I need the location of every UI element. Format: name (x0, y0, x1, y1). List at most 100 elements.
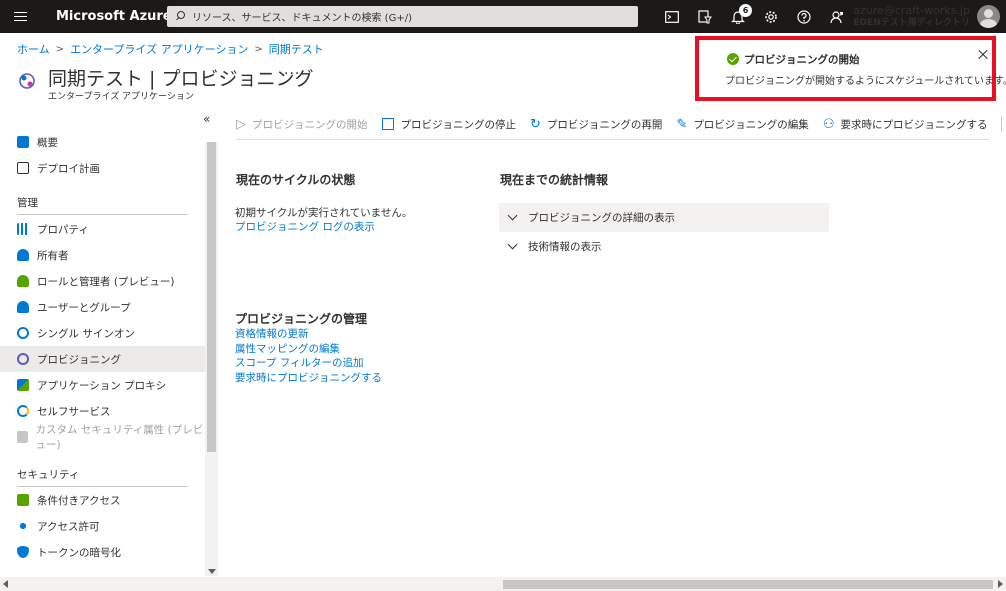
sidebar-item-roles-admins[interactable]: ロールと管理者 (プレビュー) (0, 268, 205, 294)
scroll-left-icon[interactable] (3, 580, 8, 588)
chevron-down-icon (507, 210, 518, 221)
sidebar: 概要 デプロイ計画 管理 プロパティ 所有者 ロールと管理者 (プレビュー) ユ… (0, 128, 205, 575)
divider (236, 139, 989, 140)
technical-info-expander[interactable]: 技術情報の表示 (499, 232, 829, 261)
button-label: プロビジョニングの開始 (252, 118, 368, 131)
sidebar-item-label: ロールと管理者 (プレビュー) (37, 275, 175, 288)
shield-icon (17, 546, 29, 558)
sidebar-header-security: セキュリティ (17, 469, 80, 481)
sidebar-item-label: アクセス許可 (37, 520, 100, 533)
update-credentials-link[interactable]: 資格情報の更新 (235, 326, 309, 341)
notification-toast: プロビジョニングの開始 プロビジョニングが開始するようにスケジュールされています… (695, 36, 1006, 101)
custom-attribute-icon (17, 431, 28, 443)
notifications-icon[interactable]: 6 (721, 0, 754, 33)
sidebar-item-label: プロビジョニング (37, 353, 121, 366)
sidebar-item-label: プロパティ (37, 223, 89, 236)
sidebar-item-app-proxy[interactable]: アプリケーション プロキシ (0, 372, 205, 398)
provisioning-details-expander[interactable]: プロビジョニングの詳細の表示 (499, 203, 829, 232)
button-label: プロビジョニングの再開 (546, 118, 663, 131)
search-icon (175, 11, 186, 22)
sidebar-item-label: シングル サインオン (37, 327, 135, 340)
sidebar-scrollbar[interactable] (205, 142, 218, 576)
brand-logo[interactable]: Microsoft Azure (56, 9, 172, 24)
breadcrumb-enterprise-apps[interactable]: エンタープライズ アプリケーション (70, 41, 248, 57)
sidebar-item-provisioning[interactable]: プロビジョニング (0, 346, 205, 372)
permissions-icon (17, 520, 29, 532)
manage-provisioning-title: プロビジョニングの管理 (235, 312, 368, 326)
divider (1001, 116, 1003, 132)
sidebar-item-deploy-plan[interactable]: デプロイ計画 (0, 155, 205, 181)
breadcrumb-home[interactable]: ホーム (17, 41, 50, 57)
user-sync-icon: ⚇ (822, 116, 835, 132)
self-service-icon (17, 405, 29, 417)
sidebar-item-custom-security[interactable]: カスタム セキュリティ属性 (プレビュー) (0, 424, 205, 451)
sidebar-item-label: セルフサービス (37, 405, 111, 418)
grid-icon (17, 136, 29, 148)
more-options-button[interactable]: ··· (284, 66, 300, 82)
sidebar-item-users-groups[interactable]: ユーザーとグループ (0, 294, 205, 320)
sidebar-item-sso[interactable]: シングル サインオン (0, 320, 205, 346)
provision-on-demand-button[interactable]: ⚇ 要求時にプロビジョニングする (823, 117, 988, 132)
breadcrumb-current[interactable]: 同期テスト (269, 41, 324, 57)
edit-mappings-link[interactable]: 属性マッピングの編集 (235, 341, 340, 356)
feedback-icon[interactable] (820, 0, 853, 33)
properties-icon (17, 223, 29, 235)
close-icon[interactable] (976, 48, 990, 62)
sidebar-item-conditional-access[interactable]: 条件付きアクセス (0, 487, 205, 513)
page-subtitle: エンタープライズ アプリケーション (48, 92, 194, 102)
conditional-access-icon (17, 494, 29, 506)
button-label: プロビジョニングの編集 (693, 118, 809, 131)
start-provisioning-button[interactable]: ▷ プロビジョニングの開始 (236, 117, 368, 132)
sidebar-item-label: 条件付きアクセス (37, 494, 121, 507)
breadcrumb-separator: > (254, 43, 263, 55)
view-log-link[interactable]: プロビジョニング ログの表示 (235, 219, 375, 234)
sidebar-item-label: ユーザーとグループ (37, 301, 131, 314)
page-title: 同期テスト | プロビジョニング (48, 68, 314, 90)
restart-icon: ↻ (530, 116, 541, 132)
cloud-shell-icon[interactable] (655, 0, 688, 33)
sidebar-item-overview[interactable]: 概要 (0, 129, 205, 155)
sidebar-item-label: 所有者 (37, 249, 69, 262)
breadcrumb: ホーム > エンタープライズ アプリケーション > 同期テスト (17, 41, 324, 57)
search-input[interactable]: リソース、サービス、ドキュメントの検索 (G+/) (167, 6, 638, 27)
expander-label: プロビジョニングの詳細の表示 (528, 212, 675, 224)
sidebar-item-label: トークンの暗号化 (37, 546, 121, 559)
sidebar-item-self-service[interactable]: セルフサービス (0, 398, 205, 424)
sidebar-header-manage: 管理 (17, 197, 38, 209)
settings-gear-icon[interactable] (754, 0, 787, 33)
scrollbar-thumb[interactable] (503, 580, 993, 589)
scroll-down-icon[interactable] (208, 569, 216, 574)
menu-icon[interactable] (0, 0, 40, 33)
sidebar-item-properties[interactable]: プロパティ (0, 216, 205, 242)
account-email: azure@craft-works.jp (853, 4, 970, 17)
sidebar-item-label: カスタム セキュリティ属性 (プレビュー) (35, 424, 204, 451)
account-directory: EDENテスト用ディレクトリ (853, 18, 970, 28)
account-info[interactable]: azure@craft-works.jp EDENテスト用ディレクトリ (853, 4, 970, 30)
add-scope-filter-link[interactable]: スコープ フィルターの追加 (235, 355, 364, 370)
breadcrumb-separator: > (55, 43, 65, 55)
search-placeholder: リソース、サービス、ドキュメントの検索 (G+/) (192, 13, 412, 24)
sidebar-item-token-encryption[interactable]: トークンの暗号化 (0, 539, 205, 565)
users-groups-icon (17, 301, 29, 313)
directory-filter-icon[interactable] (688, 0, 721, 33)
scroll-right-icon[interactable] (998, 580, 1003, 588)
restart-provisioning-button[interactable]: ↻ プロビジョニングの再開 (530, 117, 662, 132)
sidebar-item-label: アプリケーション プロキシ (37, 379, 167, 392)
help-icon[interactable] (787, 0, 820, 33)
sidebar-item-owners[interactable]: 所有者 (0, 242, 205, 268)
sidebar-item-label: デプロイ計画 (37, 162, 100, 175)
edit-provisioning-button[interactable]: ✎ プロビジョニングの編集 (676, 117, 808, 132)
stop-provisioning-button[interactable]: プロビジョニングの停止 (381, 117, 516, 132)
sidebar-item-label: 概要 (37, 136, 58, 149)
pencil-icon: ✎ (676, 116, 688, 132)
success-check-icon (727, 53, 739, 65)
play-icon: ▷ (236, 116, 246, 132)
collapse-sidebar-button[interactable]: « (203, 112, 210, 126)
sidebar-item-permissions[interactable]: アクセス許可 (0, 513, 205, 539)
horizontal-scrollbar[interactable] (0, 577, 1006, 591)
toast-body: プロビジョニングが開始するようにスケジュールされています。 (725, 76, 1006, 87)
provision-on-demand-link[interactable]: 要求時にプロビジョニングする (235, 370, 382, 385)
stop-icon (381, 118, 394, 130)
avatar[interactable] (977, 5, 1000, 28)
scrollbar-thumb[interactable] (207, 142, 216, 452)
